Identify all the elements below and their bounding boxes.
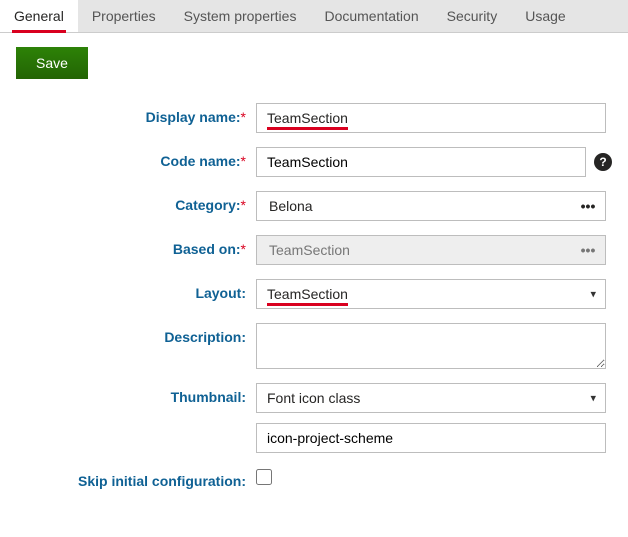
form: Display name:* TeamSection Code name:* ?… [0, 93, 628, 523]
thumbnail-class-input[interactable] [256, 423, 606, 453]
tab-documentation[interactable]: Documentation [310, 0, 432, 32]
layout-select-wrap: TeamSection [256, 279, 606, 309]
toolbar: Save [0, 33, 628, 93]
row-skip-initial: Skip initial configuration: [16, 467, 612, 489]
based-on-value: TeamSection [257, 236, 571, 264]
label-description: Description: [16, 323, 256, 345]
row-based-on: Based on:* TeamSection ••• [16, 235, 612, 265]
row-display-name: Display name:* TeamSection [16, 103, 612, 133]
label-code-name: Code name:* [16, 147, 256, 169]
label-thumbnail: Thumbnail: [16, 383, 256, 405]
thumbnail-type-select[interactable]: Font icon class [256, 383, 606, 413]
based-on-picker-button[interactable]: ••• [571, 236, 605, 264]
based-on-picker: TeamSection ••• [256, 235, 606, 265]
thumbnail-type-select-wrap: Font icon class [256, 383, 606, 413]
save-button[interactable]: Save [16, 47, 88, 79]
layout-value: TeamSection [267, 286, 348, 306]
tab-general[interactable]: General [0, 0, 78, 32]
category-picker-button[interactable]: ••• [571, 192, 605, 220]
label-display-name: Display name:* [16, 103, 256, 125]
label-category: Category:* [16, 191, 256, 213]
category-picker: Belona ••• [256, 191, 606, 221]
row-layout: Layout: TeamSection [16, 279, 612, 309]
tab-bar: General Properties System properties Doc… [0, 0, 628, 33]
row-thumbnail: Thumbnail: Font icon class [16, 383, 612, 453]
label-based-on: Based on:* [16, 235, 256, 257]
more-icon: ••• [581, 198, 596, 214]
description-textarea[interactable] [256, 323, 606, 369]
label-skip-initial: Skip initial configuration: [16, 467, 256, 489]
skip-initial-checkbox[interactable] [256, 469, 272, 485]
row-code-name: Code name:* ? [16, 147, 612, 177]
layout-select[interactable]: TeamSection [256, 279, 606, 309]
row-description: Description: [16, 323, 612, 369]
display-name-value[interactable]: TeamSection [267, 110, 348, 130]
tab-security[interactable]: Security [433, 0, 512, 32]
category-value: Belona [257, 192, 571, 220]
tab-usage[interactable]: Usage [511, 0, 579, 32]
tab-properties[interactable]: Properties [78, 0, 170, 32]
code-name-input[interactable] [256, 147, 586, 177]
label-layout: Layout: [16, 279, 256, 301]
help-icon[interactable]: ? [594, 153, 612, 171]
row-category: Category:* Belona ••• [16, 191, 612, 221]
tab-system-properties[interactable]: System properties [170, 0, 311, 32]
more-icon: ••• [581, 242, 596, 258]
